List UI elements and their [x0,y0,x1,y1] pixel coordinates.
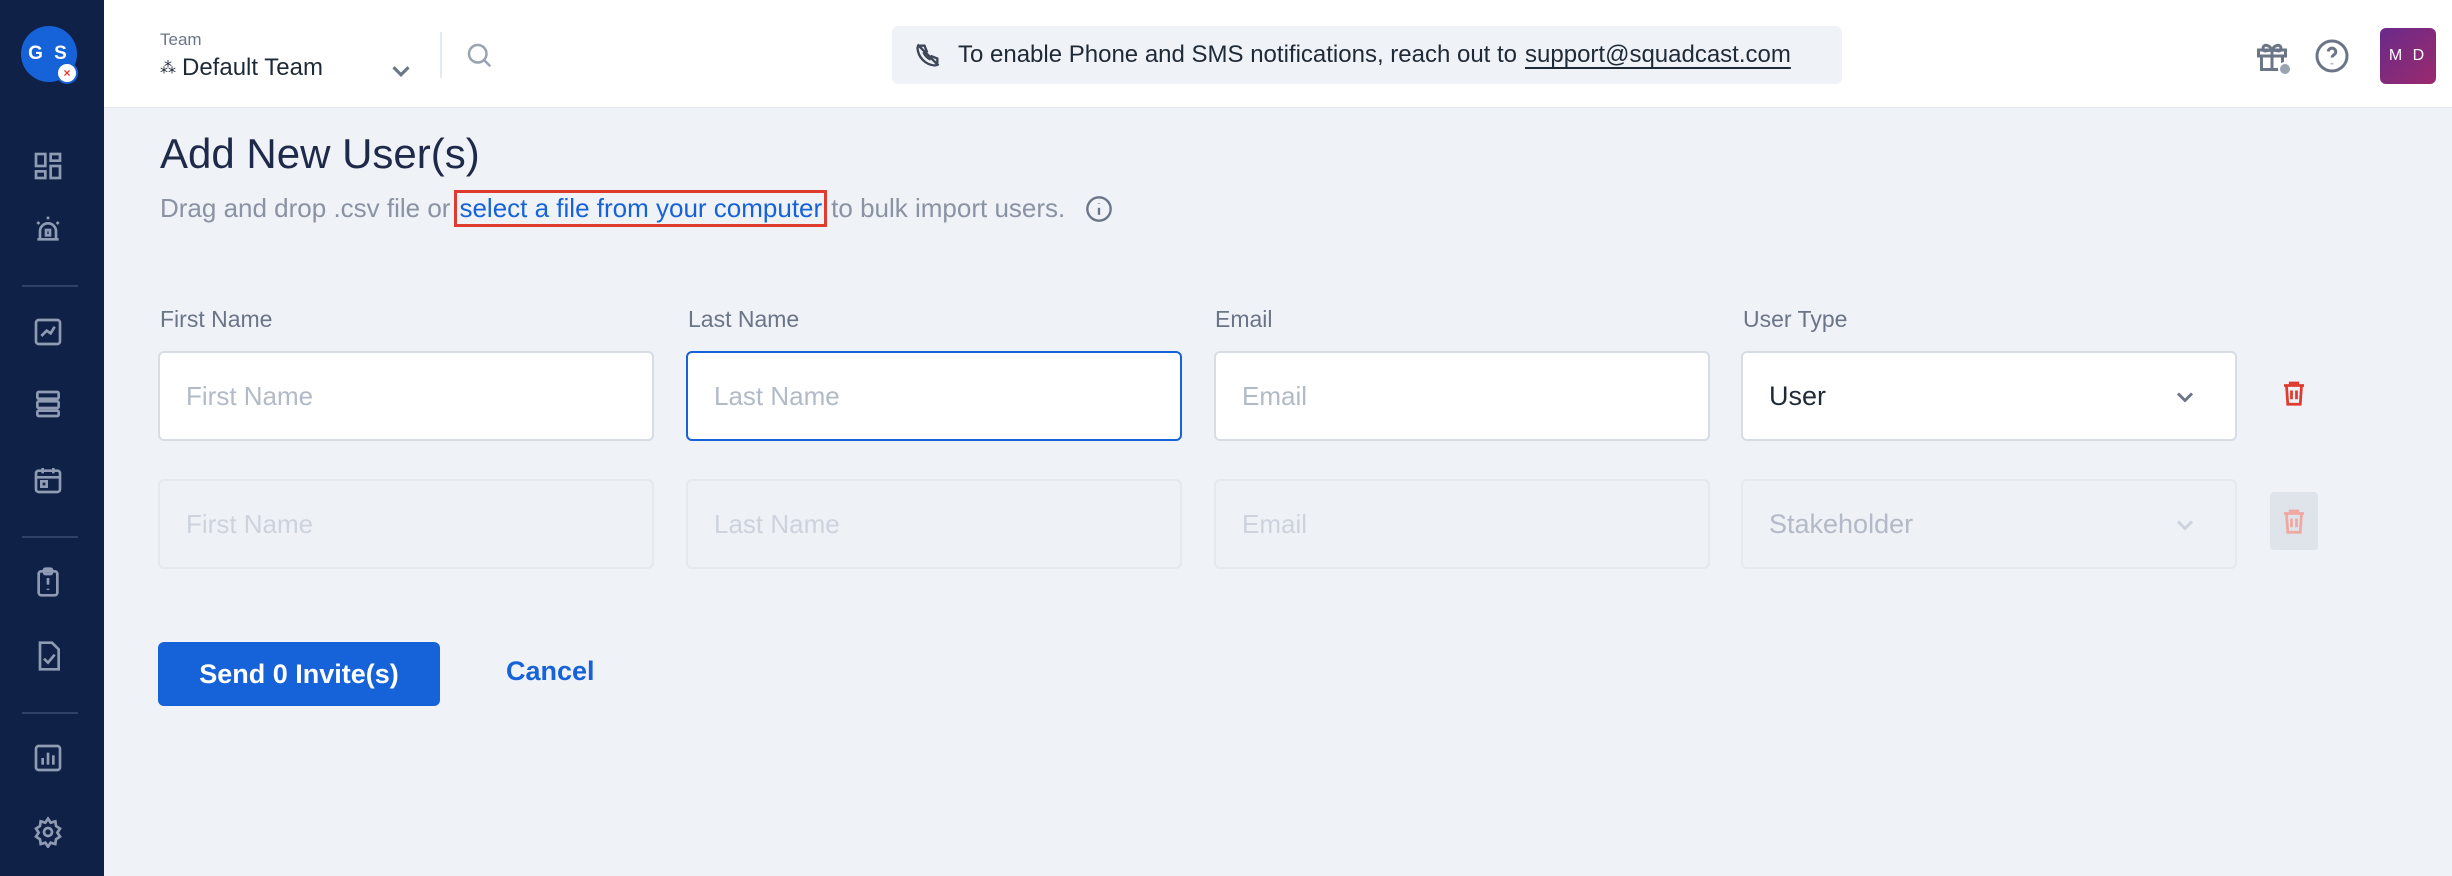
user-avatar[interactable]: M D [2380,28,2436,84]
page-subtitle: Drag and drop .csv file or select a file… [160,190,1113,227]
trash-icon [2284,509,2304,534]
user-type-column-label: User Type [1743,306,1848,332]
last-name-field[interactable] [686,351,1182,441]
support-email-link[interactable]: support@squadcast.com [1525,41,1791,69]
first-name-column-label: First Name [160,306,273,332]
last-name-field[interactable] [686,479,1182,569]
email-field[interactable] [1214,479,1710,569]
settings-icon[interactable] [30,814,66,850]
user-type-value: Stakeholder [1769,508,1914,539]
sidebar: G S × [0,0,104,876]
user-type-value: User [1769,380,1827,411]
chevron-down-icon [2171,383,2199,411]
subtitle-text-after: to bulk import users. [831,193,1066,223]
incidents-icon[interactable] [30,212,66,248]
page-title: Add New User(s) [160,130,480,177]
header-divider [440,32,442,78]
notification-dot [2278,62,2292,76]
sidebar-divider [22,712,78,714]
team-selector[interactable]: ⁂ Default Team [160,54,323,82]
cancel-button[interactable]: Cancel [506,656,595,687]
team-icon: ⁂ [160,60,176,77]
last-name-column-label: Last Name [688,306,800,332]
sidebar-divider [22,285,78,287]
select-file-link[interactable]: select a file from your computer [454,190,828,227]
subtitle-text-before: Drag and drop .csv file or [160,193,451,223]
schedules-icon[interactable] [30,462,66,498]
email-column-label: Email [1215,306,1273,332]
analytics-icon[interactable] [30,314,66,350]
team-caption: Team [160,30,202,49]
notification-banner: To enable Phone and SMS notifications, r… [892,26,1842,84]
email-field[interactable] [1214,351,1710,441]
services-icon[interactable] [30,386,66,422]
sidebar-divider [22,536,78,538]
chevron-down-icon[interactable] [386,56,416,86]
phone-off-icon [914,41,942,69]
info-icon[interactable] [1085,195,1113,223]
notice-text: To enable Phone and SMS notifications, r… [958,41,1518,68]
team-name: Default Team [182,54,323,81]
delete-row-button[interactable] [2270,364,2318,422]
top-header: Team ⁂ Default Team To enable Phone and … [104,0,2452,108]
user-type-select[interactable]: Stakeholder [1741,479,2237,569]
reports-icon[interactable] [30,740,66,776]
trash-icon [2284,381,2304,406]
help-icon[interactable] [2314,38,2350,74]
user-type-select[interactable]: User [1741,351,2237,441]
delete-row-button[interactable] [2270,492,2318,550]
search-icon[interactable] [464,40,494,70]
user-initials: M D [2388,47,2428,64]
send-invites-button[interactable]: Send 0 Invite(s) [158,642,440,706]
dashboard-icon[interactable] [30,148,66,184]
first-name-field[interactable] [158,351,654,441]
runbooks-icon[interactable] [30,638,66,674]
org-status-badge-icon: × [56,62,78,84]
first-name-field[interactable] [158,479,654,569]
chevron-down-icon [2171,511,2199,539]
postmortems-icon[interactable] [30,564,66,600]
